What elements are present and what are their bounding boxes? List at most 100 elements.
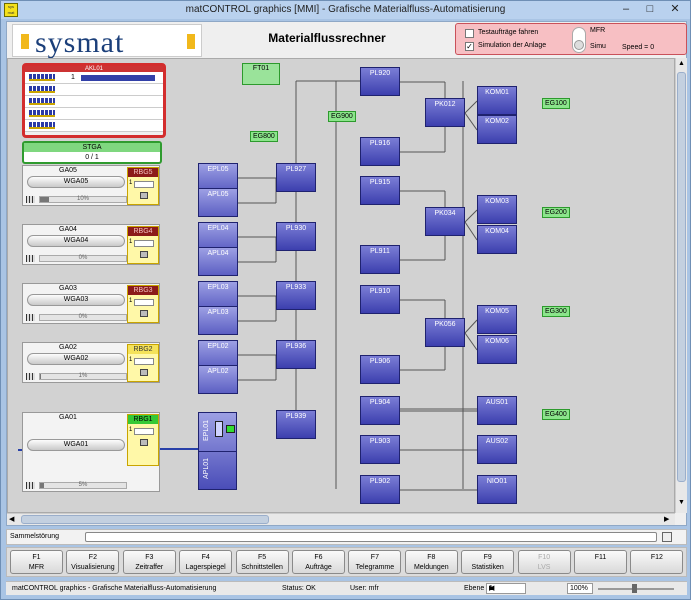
lock-icon: [140, 192, 148, 199]
close-icon[interactable]: ✕: [663, 2, 687, 18]
fkey-f10-button[interactable]: F10 LVS: [517, 550, 571, 574]
pl936-node[interactable]: PL936: [276, 340, 316, 369]
switch-knob[interactable]: [574, 40, 584, 50]
wga-conveyor[interactable]: WGA03: [27, 294, 125, 306]
pl930-node[interactable]: PL930: [276, 222, 316, 251]
apl05-node[interactable]: APL05: [198, 188, 238, 217]
rbg-slot-box: [134, 299, 154, 306]
eg900-badge[interactable]: EG900: [328, 111, 356, 122]
rbg-panel[interactable]: RBG1 1: [127, 414, 159, 466]
scroll-down-icon[interactable]: ▼: [678, 499, 685, 506]
fkey-f1-button[interactable]: F1 MFR: [10, 550, 63, 574]
ebene-next-icon[interactable]: ▶: [489, 584, 494, 594]
eg800-badge[interactable]: EG800: [250, 131, 278, 142]
horizontal-scroll-thumb[interactable]: [21, 515, 269, 524]
kom05-node[interactable]: KOM05: [477, 305, 517, 334]
fkey-f6-button[interactable]: F6 Aufträge: [292, 550, 345, 574]
pl911-node[interactable]: PL911: [360, 245, 400, 274]
rbg-panel[interactable]: RBG2 1: [127, 344, 159, 382]
pk056-node[interactable]: PK056: [425, 318, 465, 347]
eg400-badge[interactable]: EG400: [542, 409, 570, 420]
kom06-node[interactable]: KOM06: [477, 335, 517, 364]
pl939-node[interactable]: PL939: [276, 410, 316, 439]
simulation-checkbox[interactable]: ✓: [465, 42, 474, 51]
eg200-badge[interactable]: EG200: [542, 207, 570, 218]
fkey-f5-button[interactable]: F5 Schnittstellen: [235, 550, 289, 574]
aus01-node[interactable]: AUS01: [477, 396, 517, 425]
epl01-apl01-node[interactable]: EPL01 APL01: [198, 412, 237, 490]
kom04-node[interactable]: KOM04: [477, 225, 517, 254]
pl927-node[interactable]: PL927: [276, 163, 316, 192]
pk034-node[interactable]: PK034: [425, 207, 465, 236]
ga-block-ga04[interactable]: GA04 WGA04 0% RBG4 1: [22, 224, 160, 265]
flow-canvas[interactable]: FT01 AKL01 1 STGA 0 / 1 GA05 WGA05 10% RBG5…: [7, 58, 675, 513]
akl-row[interactable]: [25, 120, 163, 132]
kom01-node[interactable]: KOM01: [477, 86, 517, 115]
mfr-simu-switch[interactable]: [572, 27, 586, 53]
ga-block-ga05[interactable]: GA05 WGA05 10% RBG5 1: [22, 165, 160, 206]
scroll-right-icon[interactable]: ▶: [664, 515, 669, 523]
zoom-slider-handle[interactable]: [632, 584, 637, 593]
pl916-node[interactable]: PL916: [360, 137, 400, 166]
fkey-f2-button[interactable]: F2 Visualisierung: [66, 550, 120, 574]
fkey-f9-button[interactable]: F9 Statistiken: [461, 550, 515, 574]
vertical-scrollbar[interactable]: ▲ ▼: [675, 58, 687, 513]
pl902-node[interactable]: PL902: [360, 475, 400, 504]
fkey-f3-button[interactable]: F3 Zeitraffer: [122, 550, 176, 574]
ga-block-ga02[interactable]: GA02 WGA02 1% RBG2 1: [22, 342, 160, 383]
fkey-f4-button[interactable]: F4 Lagerspiegel: [179, 550, 233, 574]
apl02-node[interactable]: APL02: [198, 365, 238, 394]
fkey-f11-button[interactable]: F11: [574, 550, 627, 574]
ft01-node[interactable]: FT01: [242, 63, 280, 85]
pl910-node[interactable]: PL910: [360, 285, 400, 314]
apl04-node[interactable]: APL04: [198, 247, 238, 276]
pl933-node[interactable]: PL933: [276, 281, 316, 310]
akl-row[interactable]: [25, 96, 163, 108]
scroll-left-icon[interactable]: ◀: [9, 515, 14, 523]
pl903-node[interactable]: PL903: [360, 435, 400, 464]
kom03-node[interactable]: KOM03: [477, 195, 517, 224]
rack-icon: [26, 196, 35, 203]
akl-row[interactable]: [25, 108, 163, 120]
fill-level: 5%: [39, 482, 127, 489]
apl03-node[interactable]: APL03: [198, 306, 238, 335]
rbg-panel[interactable]: RBG4 1: [127, 226, 159, 264]
horizontal-scrollbar[interactable]: ◀ ▶: [7, 513, 675, 525]
function-key-bar: F1 MFR F2 Visualisierung F3 Zeitraffer F4 Lager…: [6, 547, 687, 577]
vertical-scroll-thumb[interactable]: [677, 72, 686, 482]
akl-row[interactable]: 1: [25, 72, 163, 84]
wga-conveyor[interactable]: WGA04: [27, 235, 125, 247]
pk012-node[interactable]: PK012: [425, 98, 465, 127]
maximize-icon[interactable]: □: [639, 2, 661, 18]
pl915-node[interactable]: PL915: [360, 176, 400, 205]
fkey-f8-button[interactable]: F8 Meldungen: [404, 550, 458, 574]
ga-block-ga01[interactable]: GA01 WGA01 5% RBG1 1: [22, 412, 160, 492]
stga-panel[interactable]: STGA 0 / 1: [22, 141, 162, 164]
akl-row[interactable]: [25, 84, 163, 96]
fkey-f12-button[interactable]: F12: [630, 550, 684, 574]
akl01-panel[interactable]: AKL01 1: [22, 63, 166, 138]
nio01-node[interactable]: NIO01: [477, 475, 517, 504]
ebene-stepper[interactable]: ◀ 1 ▶: [486, 583, 526, 594]
scroll-up-icon[interactable]: ▲: [678, 60, 685, 67]
test-orders-checkbox[interactable]: [465, 29, 474, 38]
wga-conveyor[interactable]: WGA05: [27, 176, 125, 188]
fkey-f7-button[interactable]: F7 Telegramme: [348, 550, 402, 574]
wga-conveyor[interactable]: WGA02: [27, 353, 125, 365]
kom02-node[interactable]: KOM02: [477, 115, 517, 144]
aus02-node[interactable]: AUS02: [477, 435, 517, 464]
minimize-icon[interactable]: –: [615, 2, 637, 18]
eg300-badge[interactable]: EG300: [542, 306, 570, 317]
pl920-node[interactable]: PL920: [360, 67, 400, 96]
eg100-badge[interactable]: EG100: [542, 98, 570, 109]
ga-block-ga03[interactable]: GA03 WGA03 0% RBG3 1: [22, 283, 160, 324]
pl906-node[interactable]: PL906: [360, 355, 400, 384]
copy-icon[interactable]: [662, 532, 672, 542]
wga-conveyor[interactable]: WGA01: [27, 439, 125, 451]
zoom-level[interactable]: 100%: [567, 583, 593, 594]
rbg-slot-box: [134, 181, 154, 188]
rbg-panel[interactable]: RBG5 1: [127, 167, 159, 205]
rbg-panel[interactable]: RBG3 1: [127, 285, 159, 323]
pl904-node[interactable]: PL904: [360, 396, 400, 425]
fkey-label: Statistiken: [471, 564, 504, 571]
